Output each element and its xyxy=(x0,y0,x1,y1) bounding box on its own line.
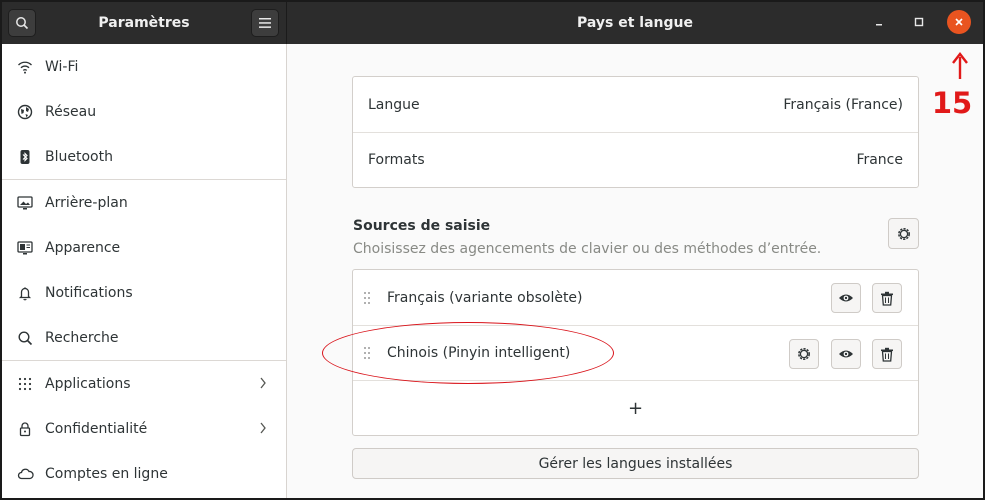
formats-value: France xyxy=(856,152,903,168)
region-card: Langue Français (France) Formats France xyxy=(352,76,919,188)
drag-handle-icon[interactable] xyxy=(362,290,372,306)
eye-icon xyxy=(839,350,853,358)
input-sources-options-button[interactable] xyxy=(888,218,919,249)
remove-button[interactable] xyxy=(872,283,902,313)
formats-label: Formats xyxy=(368,152,425,168)
annotation-number: 15 xyxy=(931,86,973,120)
sidebar-header: Paramètres xyxy=(2,2,287,44)
sidebar-item-label: Comptes en ligne xyxy=(45,465,168,482)
sidebar-item-label: Apparence xyxy=(45,239,121,256)
content-header: Pays et langue xyxy=(287,2,983,44)
header-bar: Paramètres Pays et langue xyxy=(2,2,983,44)
sidebar-item-label: Bluetooth xyxy=(45,148,113,165)
sidebar-item-label: Applications xyxy=(45,375,131,392)
search-icon xyxy=(16,17,29,30)
sidebar-item-wifi[interactable]: Wi-Fi xyxy=(2,44,286,89)
sidebar-item-background[interactable]: Arrière-plan xyxy=(2,180,286,225)
sidebar-item-bluetooth[interactable]: Bluetooth xyxy=(2,134,286,179)
lock-icon xyxy=(16,420,34,438)
sidebar-item-online-accounts[interactable]: Comptes en ligne xyxy=(2,451,286,496)
annotation-arrow-icon xyxy=(952,52,968,79)
network-icon xyxy=(16,103,34,121)
sidebar-item-label: Recherche xyxy=(45,329,119,346)
cloud-icon xyxy=(16,465,34,483)
hamburger-menu-icon xyxy=(259,18,271,28)
preview-button[interactable] xyxy=(831,339,861,369)
input-source-row[interactable]: Français (variante obsolète) xyxy=(353,270,918,325)
settings-window: Paramètres Pays et langue Wi-Fi Réseau B… xyxy=(0,0,985,500)
minimize-icon xyxy=(876,24,882,26)
sidebar-item-search[interactable]: Recherche xyxy=(2,315,286,360)
maximize-icon xyxy=(914,17,924,27)
input-sources-subtitle: Choisissez des agencements de clavier ou… xyxy=(353,241,822,257)
bell-icon xyxy=(16,284,34,302)
sidebar-item-privacy[interactable]: Confidentialité xyxy=(2,406,286,451)
sidebar-item-label: Réseau xyxy=(45,103,97,120)
close-button[interactable] xyxy=(947,10,971,34)
maximize-button[interactable] xyxy=(907,10,931,34)
sidebar: Wi-Fi Réseau Bluetooth Arrière-plan Appa… xyxy=(2,44,287,498)
sidebar-item-applications[interactable]: Applications xyxy=(2,361,286,406)
trash-icon xyxy=(881,291,893,306)
language-value: Français (France) xyxy=(783,96,903,113)
preview-button[interactable] xyxy=(831,283,861,313)
close-icon xyxy=(955,18,963,26)
sidebar-item-network[interactable]: Réseau xyxy=(2,89,286,134)
appearance-icon xyxy=(16,239,34,257)
eye-icon xyxy=(839,294,853,302)
chevron-right-icon xyxy=(260,422,266,434)
input-sources-title: Sources de saisie xyxy=(353,218,491,234)
main-content: Langue Français (France) Formats France … xyxy=(288,44,983,498)
add-input-source-button[interactable]: + xyxy=(353,380,918,435)
input-source-settings-button[interactable] xyxy=(789,339,819,369)
bluetooth-icon xyxy=(16,148,34,166)
sidebar-item-label: Arrière-plan xyxy=(45,194,128,211)
add-icon: + xyxy=(627,397,644,419)
main-menu-button[interactable] xyxy=(251,9,279,37)
annotation-ellipse xyxy=(322,322,614,384)
minimize-button[interactable] xyxy=(867,10,891,34)
language-label: Langue xyxy=(368,96,420,113)
gear-icon xyxy=(897,227,910,240)
sidebar-item-label: Notifications xyxy=(45,284,133,301)
chevron-right-icon xyxy=(260,377,266,389)
sidebar-item-appearance[interactable]: Apparence xyxy=(2,225,286,270)
sidebar-item-label: Wi-Fi xyxy=(45,58,79,75)
language-row[interactable]: Langue Français (France) xyxy=(353,77,918,132)
sidebar-item-notifications[interactable]: Notifications xyxy=(2,270,286,315)
trash-icon xyxy=(881,347,893,362)
manage-languages-button[interactable]: Gérer les langues installées xyxy=(352,448,919,479)
app-title: Paramètres xyxy=(98,15,190,31)
sidebar-item-label: Confidentialité xyxy=(45,420,148,437)
search-button[interactable] xyxy=(8,9,36,37)
background-icon xyxy=(16,194,34,212)
gear-icon xyxy=(798,348,810,360)
formats-row[interactable]: Formats France xyxy=(353,132,918,187)
wifi-icon xyxy=(16,58,34,76)
apps-grid-icon xyxy=(16,375,34,393)
remove-button[interactable] xyxy=(872,339,902,369)
search-icon xyxy=(16,329,34,347)
